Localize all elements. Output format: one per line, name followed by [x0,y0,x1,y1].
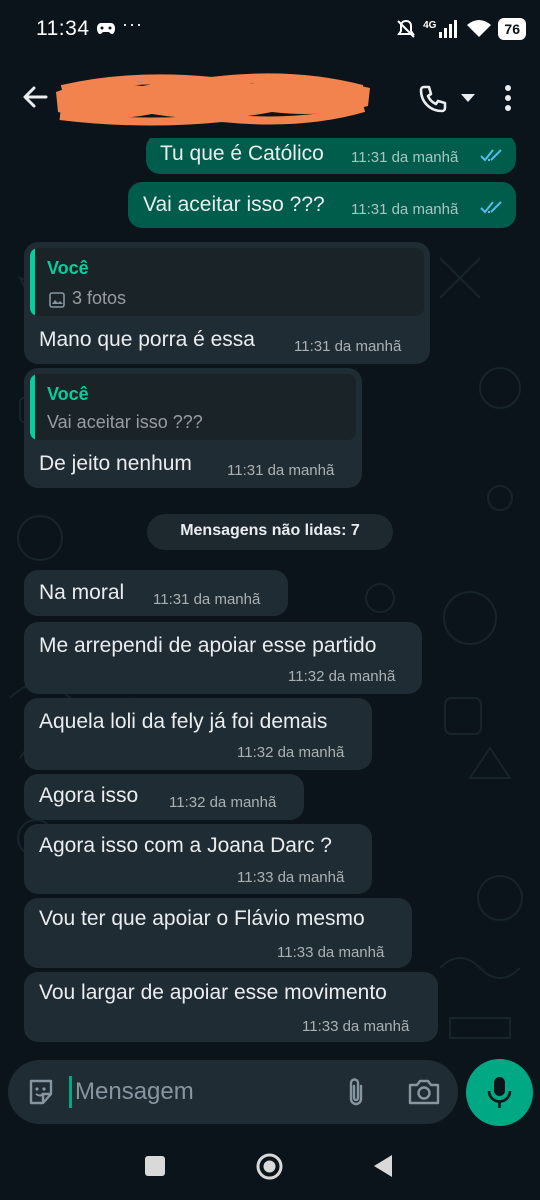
message-text: Vai aceitar isso ??? [143,193,325,216]
quote-text: 3 fotos [72,288,127,308]
game-controller-icon [97,23,115,34]
message-incoming[interactable]: Agora isso 11:32 da manhã [24,774,304,820]
unread-count-label: Mensagens não lidas: 7 [180,522,360,539]
chat-area[interactable]: Tu que é Católico 11:31 da manhã Vai ace… [0,138,540,1050]
quoted-message[interactable]: Você Vai aceitar isso ??? [30,374,356,440]
message-incoming[interactable]: Aquela loli da fely já foi demais 11:32 … [24,698,372,770]
status-time: 11:34 [36,17,90,40]
recents-icon[interactable] [145,1156,165,1176]
message-time: 11:31 da manhã [227,462,335,479]
message-text: Na moral [39,581,125,604]
read-ticks-icon [480,149,502,162]
message-time: 11:33 da manhã [302,1018,410,1035]
home-icon[interactable] [255,1152,284,1181]
message-text: Vou ter que apoiar o Flávio mesmo [39,907,365,930]
text-cursor [69,1076,72,1108]
status-more-dots: ··· [122,14,143,34]
message-time: 11:31 da manhã [351,201,459,218]
quote-accent-bar [30,374,35,440]
message-time: 11:31 da manhã [294,338,402,355]
redaction-scribble [56,73,370,126]
message-incoming[interactable]: Vou ter que apoiar o Flávio mesmo 11:33 … [24,898,412,968]
message-time: 11:32 da manhã [237,744,345,761]
signal-icon [439,20,458,38]
message-time: 11:31 da manhã [153,591,261,608]
mic-icon [487,1077,512,1108]
message-time: 11:33 da manhã [237,869,345,886]
message-outgoing[interactable]: Vai aceitar isso ??? 11:31 da manhã [128,182,516,228]
quote-author: Você [47,258,89,278]
nav-back-icon[interactable] [372,1153,394,1179]
voice-message-button[interactable] [466,1059,533,1126]
contact-name-redacted[interactable] [52,72,374,126]
message-incoming[interactable]: Vou largar de apoiar esse movimento 11:3… [24,972,438,1042]
message-text: Mano que porra é essa [39,328,255,351]
network-type: 4G [423,19,437,31]
phone-icon[interactable] [418,84,448,114]
battery-icon: 76 [498,18,526,40]
unread-messages-divider: Mensagens não lidas: 7 [147,514,393,550]
mute-icon [397,19,415,38]
message-text: Vou largar de apoiar esse movimento [39,981,387,1004]
camera-icon[interactable] [407,1078,441,1106]
message-time: 11:32 da manhã [169,794,277,811]
more-vert-icon[interactable] [498,83,518,113]
message-incoming[interactable]: Na moral 11:31 da manhã [24,570,288,616]
message-incoming[interactable]: Agora isso com a Joana Darc ? 11:33 da m… [24,824,372,894]
attach-icon[interactable] [343,1076,369,1108]
sticker-icon[interactable] [26,1077,56,1107]
read-ticks-icon [480,201,502,214]
quote-author: Você [47,384,89,404]
message-incoming[interactable]: Me arrependi de apoiar esse partido 11:3… [24,622,422,694]
quote-text: Vai aceitar isso ??? [47,412,203,432]
back-arrow-icon[interactable] [20,82,50,112]
status-right-cluster: 4G 76 [395,16,526,42]
message-time: 11:31 da manhã [351,149,459,166]
wifi-icon [467,20,492,37]
message-text: Aquela loli da fely já foi demais [39,710,328,733]
message-incoming[interactable]: Você 3 fotos Mano que porra é essa 11:31… [24,242,430,364]
photo-icon [49,292,65,308]
message-time: 11:33 da manhã [277,944,385,961]
quoted-message[interactable]: Você 3 fotos [30,248,424,316]
message-input[interactable] [75,1072,325,1112]
message-time: 11:32 da manhã [288,668,396,685]
quote-accent-bar [30,248,35,316]
message-incoming[interactable]: Você Vai aceitar isso ??? De jeito nenhu… [24,368,362,488]
message-text: Agora isso [39,784,139,807]
status-bar: 11:34 ··· 4G 76 [0,0,540,58]
caret-down-icon[interactable] [460,92,476,104]
message-composer[interactable] [8,1060,458,1124]
message-text: Me arrependi de apoiar esse partido [39,634,377,657]
chat-header [0,58,540,138]
system-navigation-bar [0,1136,540,1200]
message-text: Tu que é Católico [160,142,324,165]
message-text: Agora isso com a Joana Darc ? [39,834,332,857]
message-text: De jeito nenhum [39,452,192,475]
message-outgoing[interactable]: Tu que é Católico 11:31 da manhã [146,138,516,174]
